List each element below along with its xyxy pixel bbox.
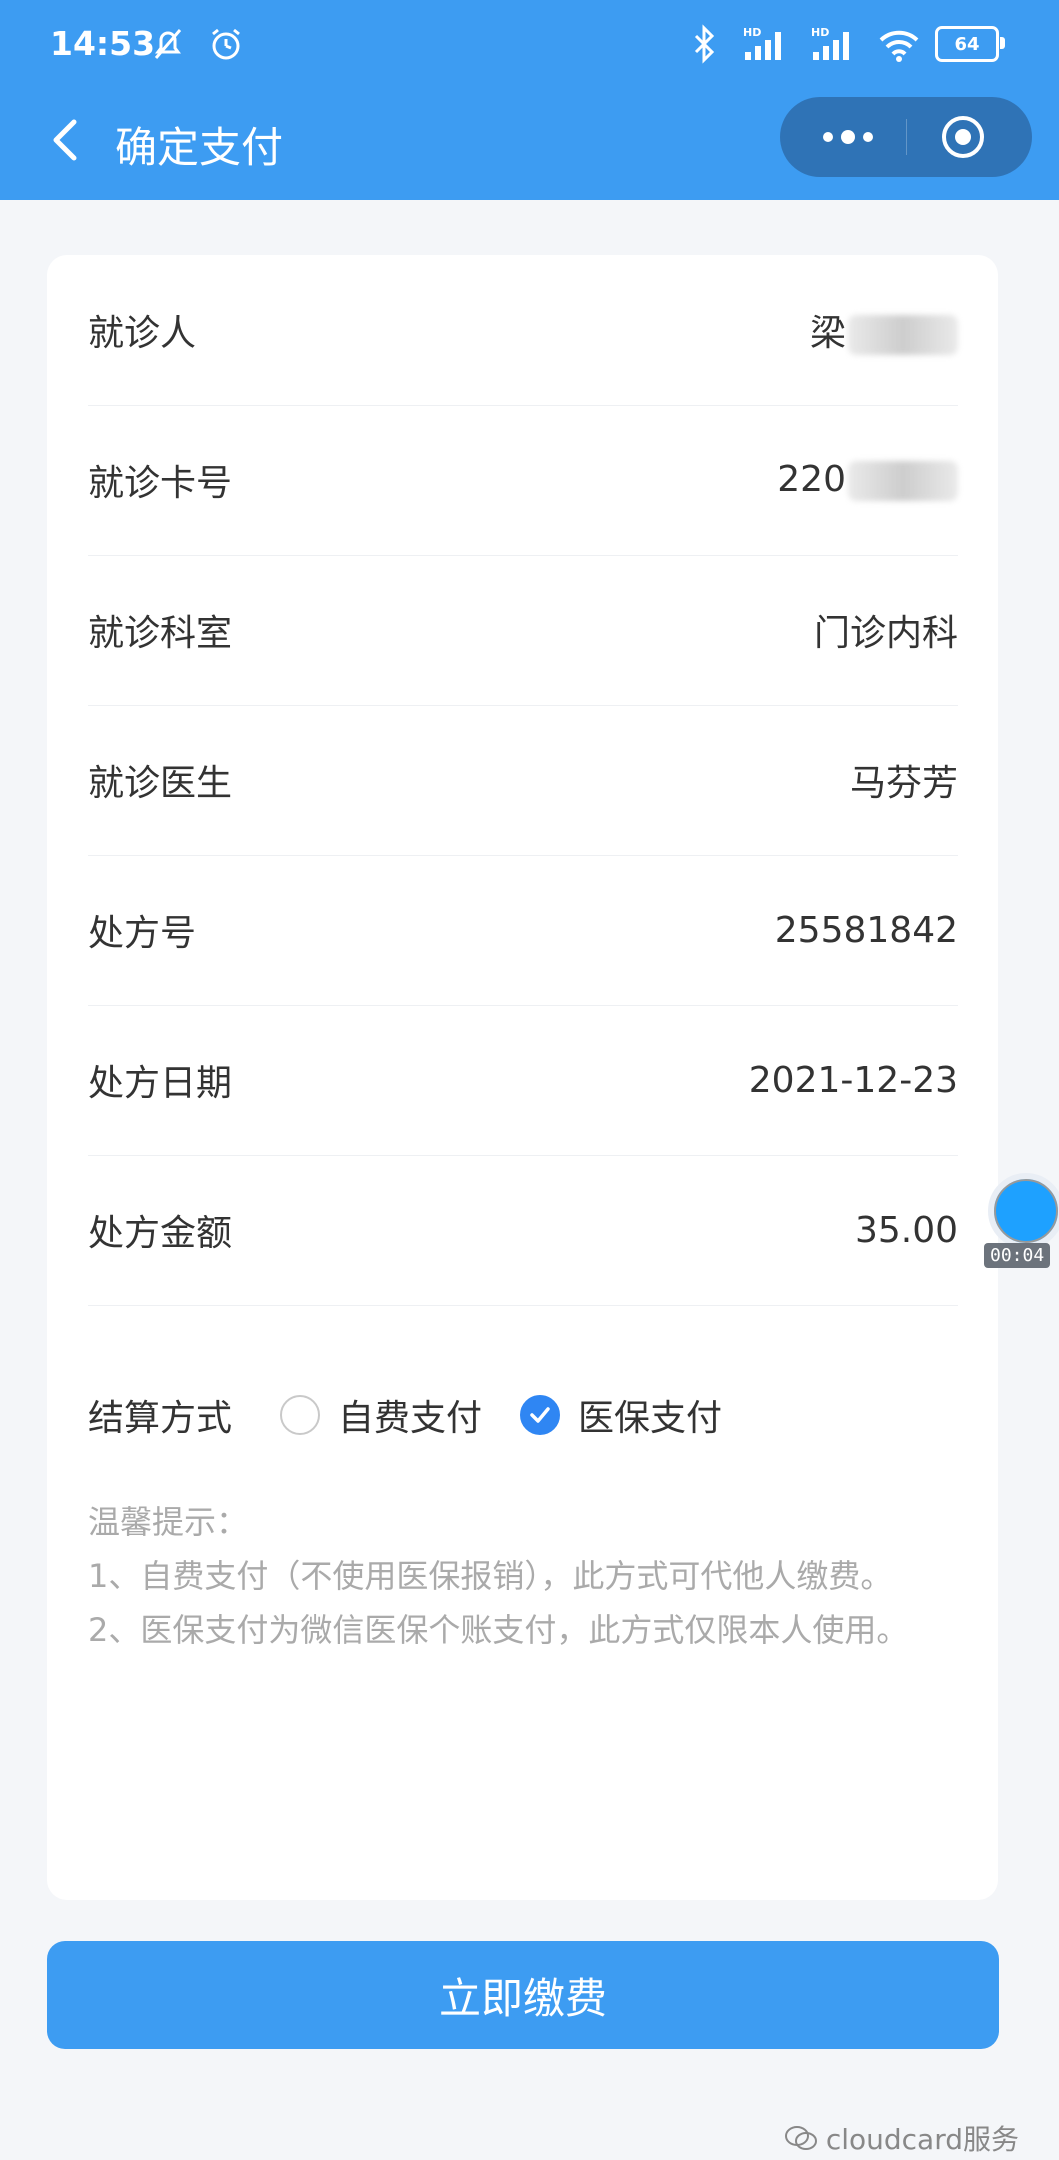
target-circle-icon <box>942 116 984 158</box>
chevron-left-icon <box>53 119 77 161</box>
watermark: cloudcard服务 <box>784 2118 1019 2158</box>
status-time: 14:53 <box>50 24 156 63</box>
radio-unchecked-icon[interactable] <box>280 1395 321 1435</box>
row-value: 马芬芳 <box>849 763 958 804</box>
wechat-icon <box>784 2126 817 2150</box>
row-label: 处方号 <box>88 913 197 954</box>
row-value: 梁 <box>810 304 958 356</box>
mute-icon <box>146 22 190 66</box>
wifi-icon <box>877 22 921 66</box>
row-prescription-amount: 处方金额 35.00 <box>88 1155 958 1306</box>
capsule-divider <box>906 119 907 155</box>
tips-title: 温馨提示： <box>88 1503 249 1541</box>
row-value: 门诊内科 <box>813 613 958 654</box>
row-label: 就诊人 <box>88 313 197 354</box>
battery-icon: 64 <box>935 26 1005 62</box>
nav-bar: 确定支付 <box>0 90 1059 200</box>
row-value: 25581842 <box>774 909 958 951</box>
alarm-icon <box>204 22 248 66</box>
row-card-number: 就诊卡号 220 <box>88 405 958 556</box>
close-miniprogram-button[interactable] <box>940 114 986 160</box>
more-button[interactable] <box>814 119 894 155</box>
screen-recorder-widget[interactable]: 00:04 <box>982 1163 1059 1273</box>
watermark-text: cloudcard服务 <box>825 2123 1019 2156</box>
row-label: 就诊医生 <box>88 763 233 804</box>
row-label: 处方日期 <box>88 1063 233 1104</box>
redaction-blur <box>848 461 958 501</box>
redaction-blur <box>848 315 958 355</box>
row-prescription-number: 处方号 25581842 <box>88 855 958 1006</box>
radio-self-pay[interactable]: 自费支付 <box>280 1389 482 1441</box>
tips-line-1: 1、自费支付（不使用医保报销），此方式可代他人缴费。 <box>88 1557 893 1595</box>
record-timer: 00:04 <box>984 1243 1051 1268</box>
status-bar: 14:53 HD HD 64 <box>0 0 1059 90</box>
signal-icon-2: HD <box>809 22 863 66</box>
record-icon[interactable] <box>988 1173 1059 1249</box>
radio-insurance-pay[interactable]: 医保支付 <box>520 1389 722 1441</box>
tips-section: 温馨提示： 1、自费支付（不使用医保报销），此方式可代他人缴费。 2、医保支付为… <box>88 1495 958 1657</box>
back-button[interactable] <box>40 110 100 170</box>
radio-checked-icon[interactable] <box>520 1395 561 1435</box>
row-doctor: 就诊医生 马芬芳 <box>88 705 958 856</box>
card-number: 220 <box>777 459 846 500</box>
row-department: 就诊科室 门诊内科 <box>88 555 958 706</box>
miniprogram-capsule <box>780 97 1032 177</box>
patient-name: 梁 <box>809 313 846 354</box>
row-label: 处方金额 <box>88 1213 233 1254</box>
hd-label-2: HD <box>811 26 829 39</box>
signal-icon: HD <box>741 22 795 66</box>
row-label: 就诊科室 <box>88 613 233 654</box>
settlement-label: 结算方式 <box>88 1398 233 1439</box>
bluetooth-icon <box>683 22 727 66</box>
row-label: 就诊卡号 <box>88 463 233 504</box>
settlement-method: 结算方式 自费支付 医保支付 <box>88 1355 958 1475</box>
more-dots-icon <box>823 130 873 144</box>
row-value: 220 <box>777 459 958 501</box>
radio-label: 医保支付 <box>578 1398 723 1439</box>
row-value: 2021-12-23 <box>748 1059 958 1101</box>
pay-now-button[interactable]: 立即缴费 <box>47 1941 999 2049</box>
row-value: 35.00 <box>854 1209 958 1251</box>
top-bar: 14:53 HD HD 64 确定支付 <box>0 0 1059 200</box>
page-title: 确定支付 <box>115 123 284 172</box>
row-patient: 就诊人 梁 <box>88 255 958 406</box>
hd-label: HD <box>743 26 761 39</box>
row-prescription-date: 处方日期 2021-12-23 <box>88 1005 958 1156</box>
radio-label: 自费支付 <box>338 1398 483 1439</box>
payment-detail-card: 就诊人 梁 就诊卡号 220 就诊科室 门诊内科 就诊医生 马芬芳 处方号 25… <box>47 255 998 1900</box>
tips-line-2: 2、医保支付为微信医保个账支付，此方式仅限本人使用。 <box>88 1611 909 1649</box>
